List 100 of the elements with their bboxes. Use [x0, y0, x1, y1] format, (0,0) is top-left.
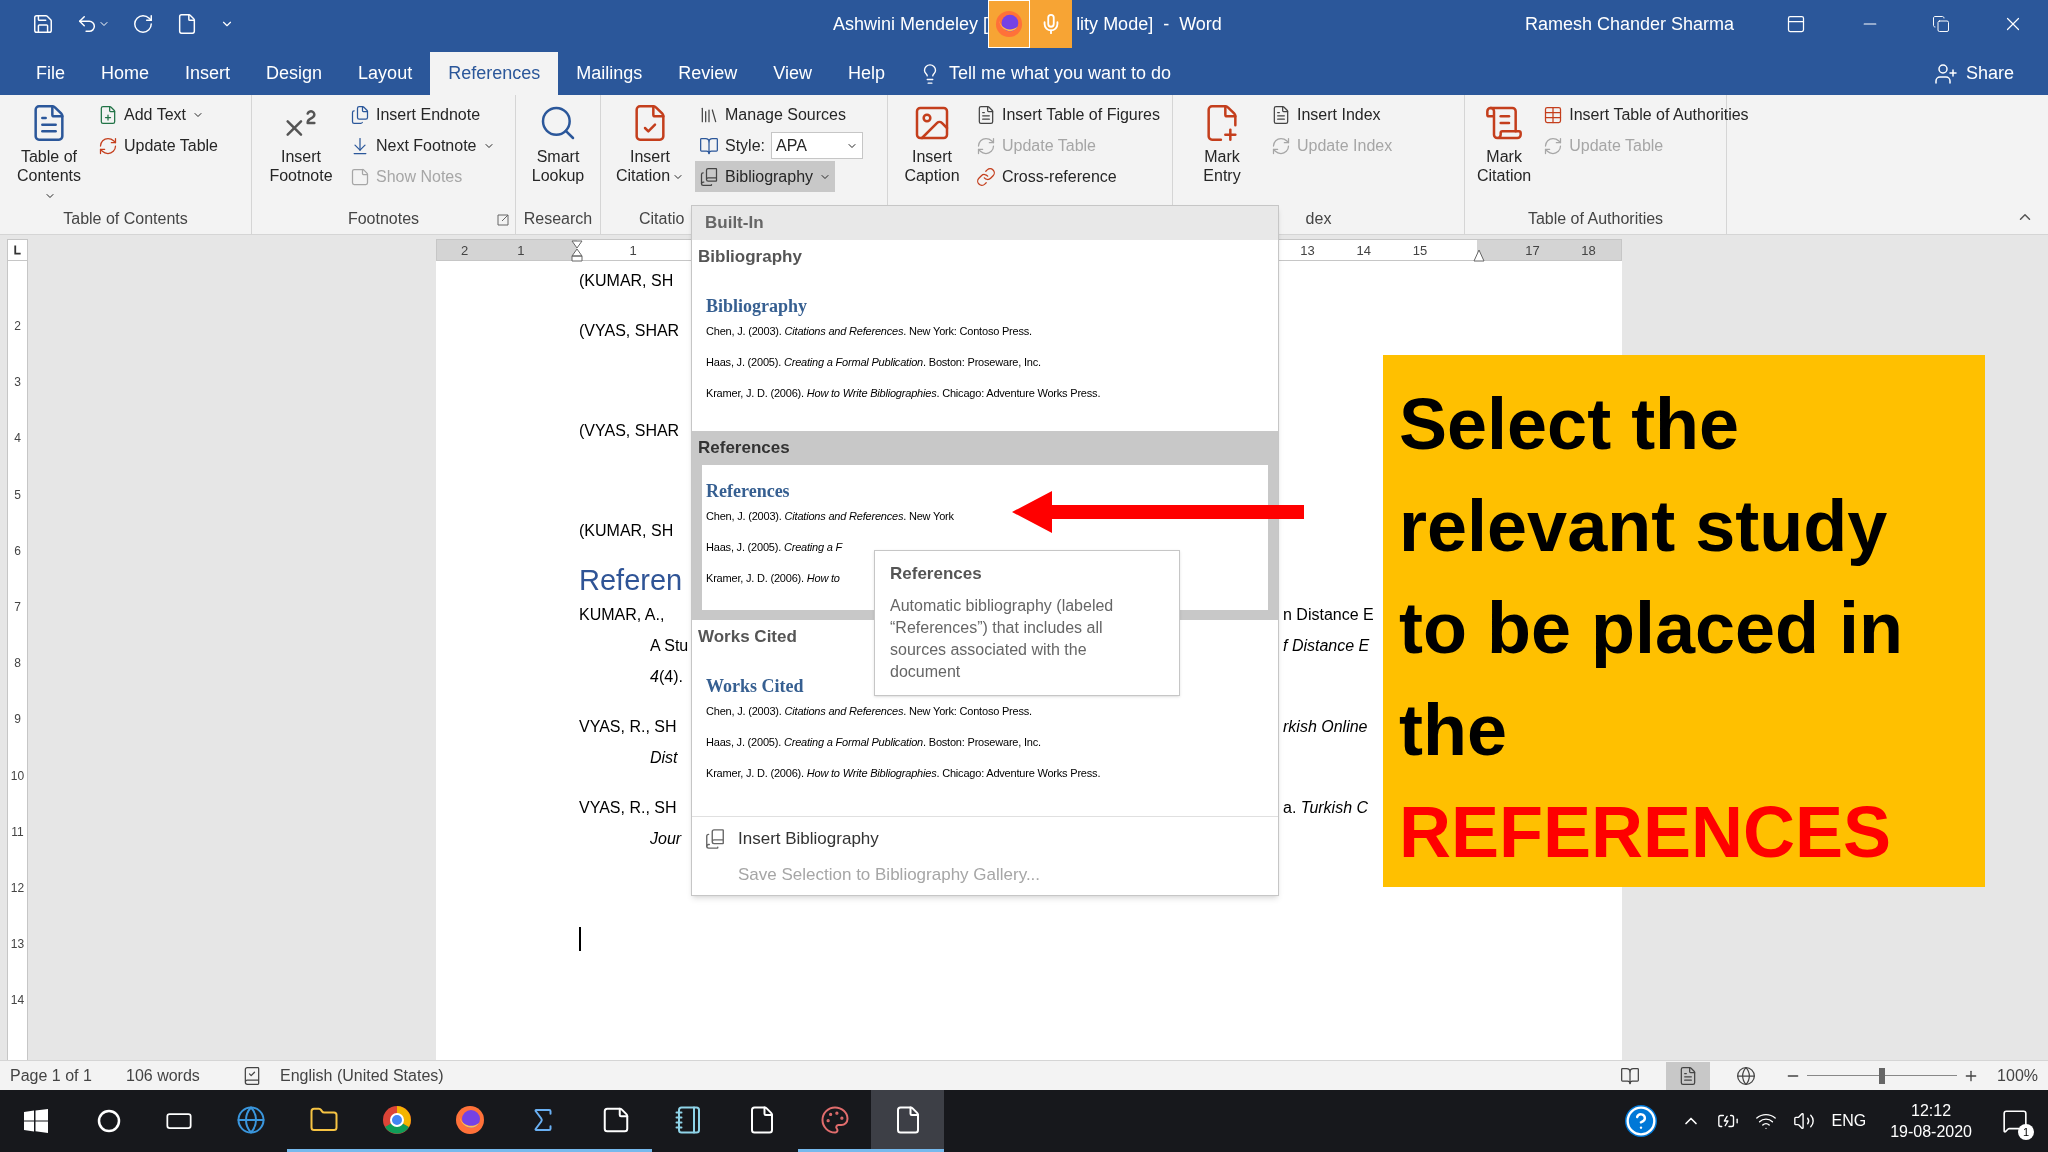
indent-marker-icon[interactable]	[571, 240, 583, 262]
text-cursor	[579, 926, 581, 951]
ribbon-button[interactable]: Insert Footnote	[260, 99, 342, 185]
ribbon-tab[interactable]: File	[18, 52, 83, 95]
ribbon-button[interactable]: Manage Sources	[695, 99, 850, 130]
document-text: n Distance E	[1283, 604, 1375, 625]
clock-date[interactable]: 19-08-2020	[1890, 1121, 1972, 1142]
tell-me-search[interactable]: Tell me what you want to do	[907, 52, 1184, 95]
windows-logo-icon[interactable]	[24, 1109, 48, 1133]
group-label: dex	[1305, 209, 1332, 229]
ribbon-button[interactable]: Insert Citation	[609, 99, 691, 185]
ribbon-button[interactable]: Insert Caption	[896, 99, 968, 185]
ribbon-button[interactable]: Bibliography	[695, 161, 836, 192]
reference-entry: Kramer, J. D. (2006). How to Write Bibliographies. Chicago: Adventure Works Press.	[706, 386, 1101, 402]
menu-section-header: Built-In	[692, 206, 1278, 240]
document-text: (VYAS, SHAR	[579, 321, 680, 339]
notification-icon[interactable]	[2002, 1108, 2028, 1134]
palette-icon	[819, 1104, 850, 1135]
ribbon-button[interactable]: Insert Endnote	[346, 99, 485, 130]
undo-icon[interactable]	[76, 13, 98, 35]
ruler-number: 13	[9, 937, 26, 952]
ruler-number: 8	[13, 656, 22, 671]
ribbon-button[interactable]: Smart Lookup	[524, 99, 592, 185]
ribbon-button[interactable]: Insert Table of Authorities	[1539, 99, 1753, 130]
indent-marker-icon[interactable]	[1473, 248, 1485, 262]
ribbon-tab[interactable]: Design	[248, 52, 341, 95]
ruler-number: 12	[9, 881, 26, 895]
ruler-number: 5	[13, 487, 22, 502]
refresh-icon	[98, 135, 118, 156]
view-button[interactable]	[1666, 1061, 1711, 1090]
page-count[interactable]: Page 1 of 1	[10, 1063, 126, 1088]
window-title: Ashwini Mendeley [	[833, 12, 989, 36]
document-text: Jour	[650, 829, 682, 847]
ribbon-button[interactable]: Insert Index	[1267, 99, 1385, 130]
document-text: 4(4).	[650, 667, 683, 685]
ruler-number: 1	[628, 243, 638, 259]
reference-entry: Haas, J. (2005). Creating a Formal Publication. Boston: Proseware, Inc.	[706, 735, 1041, 751]
menu-item[interactable]: Insert Bibliography	[692, 821, 1278, 857]
dialog-launcher-icon[interactable]	[497, 214, 509, 226]
input-language[interactable]: ENG	[1831, 1109, 1867, 1133]
taskbar-app[interactable]	[871, 1090, 944, 1152]
document-text: rkish Online	[1283, 716, 1369, 737]
share-button[interactable]: Share	[1933, 52, 2048, 95]
help-icon[interactable]	[1625, 1105, 1658, 1137]
clock-time[interactable]: 12:12	[1911, 1100, 1952, 1121]
tab-selector-icon[interactable]	[7, 239, 28, 261]
document-text: f Distance E	[1283, 635, 1371, 656]
speaker-icon[interactable]	[1793, 1110, 1816, 1132]
reference-entry: Chen, J. (2003). Citations and References. New York: Contoso Press.	[706, 324, 1032, 340]
ribbon-tab[interactable]: Insert	[167, 52, 249, 95]
document-text: Dist	[650, 748, 678, 766]
ribbon-display-icon[interactable]	[1786, 14, 1806, 34]
proofing-icon[interactable]	[242, 1065, 262, 1086]
ribbon-button[interactable]: Cross-reference	[972, 161, 1121, 192]
word-count[interactable]: 106 words	[126, 1063, 242, 1088]
ribbon-tab[interactable]: Help	[829, 52, 903, 95]
reference-entry: Kramer, J. D. (2006). How to	[706, 571, 840, 587]
zoom-slider[interactable]	[1807, 1065, 1958, 1086]
zoom-thumb[interactable]	[1879, 1067, 1886, 1084]
ribbon-tab[interactable]: View	[755, 52, 830, 95]
language-status[interactable]: English (United States)	[280, 1063, 444, 1088]
ribbon-button[interactable]: Mark Citation	[1473, 99, 1536, 185]
ribbon-button[interactable]: Add Text	[94, 99, 208, 130]
ribbon-tab[interactable]: Mailings	[558, 52, 661, 95]
tooltip-title: References	[890, 563, 983, 585]
fox-logo-icon	[454, 1104, 485, 1135]
ribbon-button[interactable]: Next Footnote	[346, 130, 499, 161]
ribbon-button[interactable]: Update Table	[94, 130, 222, 161]
document-text: VYAS, R., SH	[579, 717, 677, 735]
book-icon	[699, 135, 719, 156]
ribbon-tab[interactable]: Review	[660, 52, 756, 95]
ribbon-tab[interactable]: Home	[83, 52, 168, 95]
style-dropdown[interactable]: APA	[771, 132, 863, 159]
books-icon	[704, 828, 726, 850]
restore-icon[interactable]	[1932, 15, 1950, 33]
ribbon-tab[interactable]: References	[430, 52, 559, 95]
new-file-icon[interactable]	[176, 13, 198, 35]
ruler-number: 13	[1299, 243, 1316, 259]
reference-entry: Haas, J. (2005). Creating a Formal Publication. Boston: Proseware, Inc.	[706, 355, 1041, 371]
redo-icon[interactable]	[132, 13, 154, 35]
ruler-number: 7	[13, 600, 22, 614]
ribbon-tab[interactable]: Layout	[340, 52, 431, 95]
ribbon-button[interactable]: Mark Entry	[1181, 99, 1263, 185]
read-mode-icon	[1620, 1065, 1641, 1086]
document-text: VYAS, R., SH	[579, 798, 677, 816]
gallery-label: Bibliography	[698, 246, 802, 269]
zoom-level[interactable]: 100%	[1997, 1063, 2038, 1088]
link-icon	[976, 166, 996, 187]
save-icon[interactable]	[32, 13, 54, 35]
callout-text: Select the relevant study to be placed in the REFERENCES	[1399, 383, 1905, 874]
user-name: Ramesh Chander Sharma	[1524, 12, 1734, 36]
refresh-icon	[976, 135, 996, 156]
ribbon-button[interactable]: Table of Contents	[8, 99, 90, 204]
table-icon	[1543, 104, 1564, 125]
circle-icon[interactable]	[97, 1109, 121, 1133]
notification-count: 1	[2018, 1124, 2034, 1140]
web-layout-icon	[1736, 1065, 1757, 1086]
ruler-number: 14	[9, 993, 26, 1008]
ribbon-button[interactable]: Insert Table of Figures	[972, 99, 1164, 130]
reference-entry: Haas, J. (2005). Creating a F	[706, 540, 843, 556]
